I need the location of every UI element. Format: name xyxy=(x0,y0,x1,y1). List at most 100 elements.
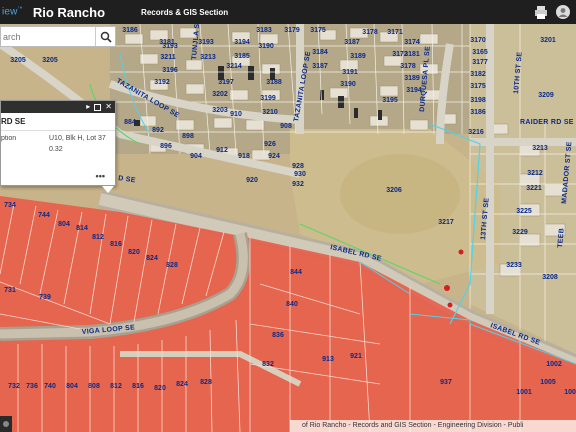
svg-text:3183: 3183 xyxy=(256,27,272,34)
svg-text:932: 932 xyxy=(292,181,304,188)
svg-text:3205: 3205 xyxy=(42,57,58,64)
svg-text:3189: 3189 xyxy=(350,53,366,60)
search-button[interactable] xyxy=(95,27,115,46)
app-subtitle: Records & GIS Section xyxy=(141,7,229,17)
svg-text:1006: 1006 xyxy=(564,389,576,396)
map-view[interactable]: 3186 3183 3179 3175 3171 3181 3193 3194 … xyxy=(0,24,576,432)
svg-text:3181: 3181 xyxy=(404,51,420,58)
app-title: Rio Rancho xyxy=(32,4,106,20)
svg-text:1001: 1001 xyxy=(516,389,532,396)
svg-text:734: 734 xyxy=(4,202,16,209)
svg-text:3170: 3170 xyxy=(470,37,486,44)
svg-text:908: 908 xyxy=(280,123,292,130)
svg-text:1002: 1002 xyxy=(546,361,562,368)
svg-text:3214: 3214 xyxy=(226,63,242,70)
search-box xyxy=(0,26,116,47)
svg-text:3198: 3198 xyxy=(470,97,486,104)
svg-text:732: 732 xyxy=(8,383,20,390)
print-icon[interactable] xyxy=(534,5,548,19)
svg-text:804: 804 xyxy=(66,383,78,390)
svg-text:816: 816 xyxy=(110,241,122,248)
svg-text:892: 892 xyxy=(152,127,164,134)
svg-text:3178: 3178 xyxy=(362,29,378,36)
svg-text:896: 896 xyxy=(160,143,172,150)
svg-text:3195: 3195 xyxy=(382,97,398,104)
svg-text:918: 918 xyxy=(238,153,250,160)
user-icon[interactable] xyxy=(556,5,570,19)
popup-divider xyxy=(1,130,115,131)
svg-text:816: 816 xyxy=(132,383,144,390)
svg-text:3179: 3179 xyxy=(284,27,300,34)
svg-text:832: 832 xyxy=(262,361,274,368)
svg-text:3165: 3165 xyxy=(472,49,488,56)
svg-text:820: 820 xyxy=(154,385,166,392)
svg-text:828: 828 xyxy=(166,262,178,269)
svg-text:912: 912 xyxy=(216,147,228,154)
svg-text:844: 844 xyxy=(290,269,302,276)
svg-text:3194: 3194 xyxy=(234,39,250,46)
svg-text:3210: 3210 xyxy=(262,109,278,116)
brand-name[interactable]: iew™ xyxy=(2,6,23,17)
svg-text:828: 828 xyxy=(200,379,212,386)
scroll-handle[interactable] xyxy=(0,416,12,432)
svg-text:3187: 3187 xyxy=(344,39,360,46)
svg-text:884: 884 xyxy=(124,119,136,126)
svg-text:739: 739 xyxy=(39,294,51,301)
dock-arrow-icon[interactable]: ▸ xyxy=(86,102,90,112)
svg-text:3201: 3201 xyxy=(540,37,556,44)
svg-text:3197: 3197 xyxy=(218,79,234,86)
svg-text:930: 930 xyxy=(294,171,306,178)
maximize-icon[interactable] xyxy=(94,103,102,111)
svg-text:3171: 3171 xyxy=(387,29,403,36)
svg-text:804: 804 xyxy=(58,221,70,228)
svg-text:3206: 3206 xyxy=(386,187,402,194)
svg-text:3189: 3189 xyxy=(404,75,420,82)
svg-text:3229: 3229 xyxy=(512,229,528,236)
popup-titlebar: ▸ ✕ xyxy=(1,101,115,113)
svg-text:3194: 3194 xyxy=(406,87,422,94)
app-header: iew™ Rio Rancho Records & GIS Section xyxy=(0,0,576,24)
svg-text:3177: 3177 xyxy=(472,59,488,66)
svg-text:3190: 3190 xyxy=(258,43,274,50)
svg-text:731: 731 xyxy=(4,287,16,294)
popup-row-acres: 0.32 xyxy=(49,146,63,153)
popup-row-description: ption U10, Blk H, Lot 37 xyxy=(1,135,106,142)
svg-text:820: 820 xyxy=(128,249,140,256)
svg-text:812: 812 xyxy=(110,383,122,390)
svg-text:3190: 3190 xyxy=(340,81,356,88)
svg-text:812: 812 xyxy=(92,234,104,241)
svg-text:921: 921 xyxy=(350,353,362,360)
map-canvas[interactable]: 3186 3183 3179 3175 3171 3181 3193 3194 … xyxy=(0,24,576,432)
svg-text:924: 924 xyxy=(268,153,280,160)
map-attribution: of Rio Rancho - Records and GIS Section … xyxy=(300,420,576,432)
popup-pointer xyxy=(102,186,114,193)
svg-text:740: 740 xyxy=(44,383,56,390)
svg-text:3186: 3186 xyxy=(470,109,486,116)
svg-text:3182: 3182 xyxy=(470,71,486,78)
svg-text:3217: 3217 xyxy=(438,219,454,226)
svg-text:3193: 3193 xyxy=(162,43,178,50)
svg-text:3213: 3213 xyxy=(200,54,216,61)
svg-text:840: 840 xyxy=(286,301,298,308)
svg-text:3188: 3188 xyxy=(266,79,282,86)
svg-text:910: 910 xyxy=(230,111,242,118)
svg-text:1005: 1005 xyxy=(540,379,556,386)
svg-text:937: 937 xyxy=(440,379,452,386)
esri-logo xyxy=(290,420,300,432)
search-input[interactable] xyxy=(1,27,95,46)
svg-text:3216: 3216 xyxy=(468,129,484,136)
svg-text:928: 928 xyxy=(292,163,304,170)
svg-text:913: 913 xyxy=(322,356,334,363)
svg-text:824: 824 xyxy=(176,381,188,388)
svg-text:898: 898 xyxy=(182,133,194,140)
svg-text:3233: 3233 xyxy=(506,262,522,269)
more-options-button[interactable]: ••• xyxy=(96,171,105,181)
svg-text:3174: 3174 xyxy=(404,39,420,46)
svg-text:744: 744 xyxy=(38,212,50,219)
svg-text:808: 808 xyxy=(88,383,100,390)
svg-text:904: 904 xyxy=(190,153,202,160)
svg-text:814: 814 xyxy=(76,225,88,232)
svg-text:3199: 3199 xyxy=(260,95,276,102)
svg-text:3221: 3221 xyxy=(526,185,542,192)
close-icon[interactable]: ✕ xyxy=(105,102,112,112)
